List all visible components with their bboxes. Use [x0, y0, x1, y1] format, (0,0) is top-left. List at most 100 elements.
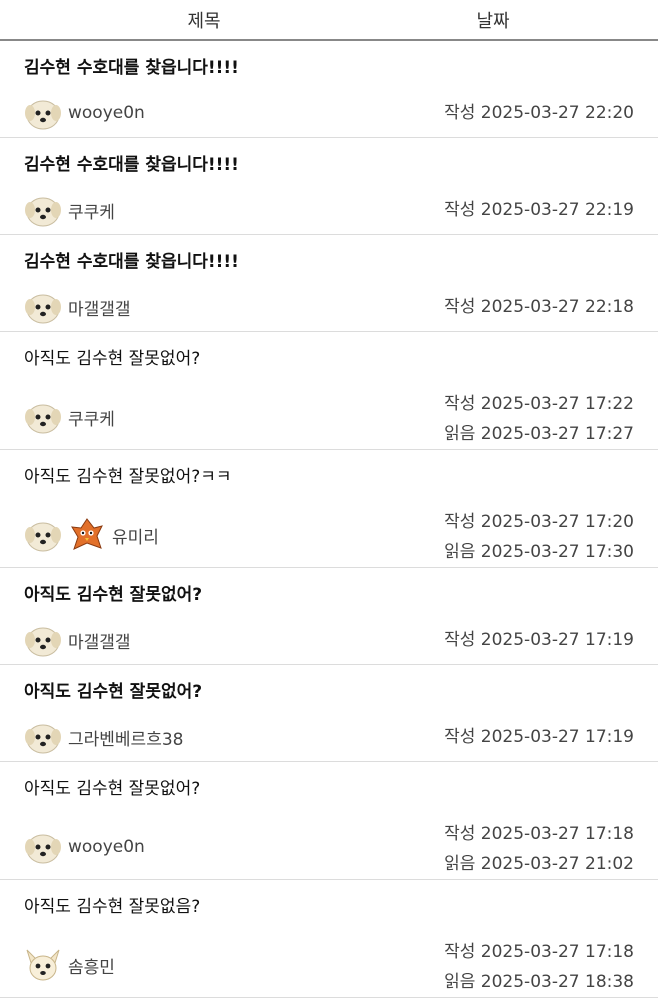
author[interactable]: wooye0n: [24, 815, 145, 879]
dog-avatar-icon: [24, 191, 62, 229]
written-label: 작성: [444, 200, 476, 220]
written-date: 작성 2025-03-27 22:19: [444, 195, 634, 225]
dog-avatar-icon: [24, 398, 62, 436]
read-label: 읽음: [444, 424, 476, 444]
written-value: 2025-03-27 17:18: [480, 942, 634, 962]
written-value: 2025-03-27 22:20: [480, 103, 634, 123]
post-dates: 작성 2025-03-27 17:18 읽음 2025-03-27 18:38: [444, 937, 634, 997]
written-value: 2025-03-27 22:18: [480, 297, 634, 317]
read-label: 읽음: [444, 972, 476, 992]
post-dates: 작성 2025-03-27 22:19: [444, 195, 634, 229]
author[interactable]: 솜흥민: [24, 933, 115, 997]
orange-bird-avatar-icon: [68, 516, 106, 554]
read-label: 읽음: [444, 542, 476, 562]
written-date: 작성 2025-03-27 22:20: [444, 98, 634, 128]
post-title[interactable]: 김수현 수호대를 찾읍니다!!!!: [24, 41, 634, 78]
written-label: 작성: [444, 630, 476, 650]
post-dates: 작성 2025-03-27 17:20 읽음 2025-03-27 17:30: [444, 507, 634, 567]
written-value: 2025-03-27 17:18: [480, 824, 634, 844]
read-date: 읽음 2025-03-27 17:30: [444, 537, 634, 567]
read-date: 읽음 2025-03-27 17:27: [444, 419, 634, 449]
post-dates: 작성 2025-03-27 17:19: [444, 625, 634, 659]
written-label: 작성: [444, 942, 476, 962]
author[interactable]: 마갤갤갤: [24, 621, 131, 659]
post-title[interactable]: 아직도 김수현 잘못없어?ㅋㅋ: [24, 450, 634, 487]
author[interactable]: 그라벤베르흐38: [24, 718, 183, 756]
author[interactable]: wooye0n: [24, 94, 145, 132]
read-value: 2025-03-27 21:02: [480, 854, 634, 874]
post-dates: 작성 2025-03-27 22:20: [444, 98, 634, 132]
list-item[interactable]: 아직도 김수현 잘못없음? 솜흥민 작성 2025-03-27 17:18 읽음 20…: [0, 880, 658, 998]
read-value: 2025-03-27 18:38: [480, 972, 634, 992]
written-date: 작성 2025-03-27 17:18: [444, 819, 634, 849]
list-item[interactable]: 아직도 김수현 잘못없어? 쿠쿠케 작성 2025-03-27 17:22 읽음 20…: [0, 332, 658, 450]
dog-avatar-icon: [24, 288, 62, 326]
author-name[interactable]: 쿠쿠케: [68, 198, 115, 223]
post-title[interactable]: 아직도 김수현 잘못없어?: [24, 762, 634, 799]
written-value: 2025-03-27 17:19: [480, 630, 634, 650]
author-name[interactable]: 마갤갤갤: [68, 295, 131, 320]
author-name[interactable]: wooye0n: [68, 837, 145, 857]
post-title[interactable]: 김수현 수호대를 찾읍니다!!!!: [24, 235, 634, 272]
message-list: 김수현 수호대를 찾읍니다!!!! wooye0n 작성 2025-03-27 22…: [0, 41, 658, 998]
list-item[interactable]: 김수현 수호대를 찾읍니다!!!! 쿠쿠케 작성 2025-03-27 22:19: [0, 138, 658, 235]
post-meta: 솜흥민 작성 2025-03-27 17:18 읽음 2025-03-27 18:3…: [24, 933, 634, 997]
written-label: 작성: [444, 512, 476, 532]
post-meta: wooye0n 작성 2025-03-27 22:20: [24, 94, 634, 132]
dog-avatar-icon: [24, 718, 62, 756]
dog-avatar-icon: [24, 828, 62, 866]
list-item[interactable]: 아직도 김수현 잘못없어?ㅋㅋ 유미리 작성 2025-03-27 17:20 읽음 …: [0, 450, 658, 568]
post-meta: wooye0n 작성 2025-03-27 17:18 읽음 2025-03-27 …: [24, 815, 634, 879]
author-name[interactable]: 쿠쿠케: [68, 405, 115, 430]
list-item[interactable]: 아직도 김수현 잘못없어? 그라벤베르흐38 작성 2025-03-27 17:19: [0, 665, 658, 762]
post-title[interactable]: 아직도 김수현 잘못없어?: [24, 568, 634, 605]
post-meta: 쿠쿠케 작성 2025-03-27 17:22 읽음 2025-03-27 17:2…: [24, 385, 634, 449]
read-value: 2025-03-27 17:30: [480, 542, 634, 562]
written-label: 작성: [444, 394, 476, 414]
author[interactable]: 쿠쿠케: [24, 191, 115, 229]
post-title[interactable]: 아직도 김수현 잘못없어?: [24, 665, 634, 702]
post-title[interactable]: 김수현 수호대를 찾읍니다!!!!: [24, 138, 634, 175]
list-item[interactable]: 김수현 수호대를 찾읍니다!!!! 마갤갤갤 작성 2025-03-27 22:18: [0, 235, 658, 332]
list-header: 제목 날짜: [0, 0, 658, 41]
post-meta: 마갤갤갤 작성 2025-03-27 17:19: [24, 621, 634, 659]
written-value: 2025-03-27 17:20: [480, 512, 634, 532]
list-item[interactable]: 아직도 김수현 잘못없어? 마갤갤갤 작성 2025-03-27 17:19: [0, 568, 658, 665]
written-date: 작성 2025-03-27 17:18: [444, 937, 634, 967]
list-item[interactable]: 아직도 김수현 잘못없어? wooye0n 작성 2025-03-27 17:18 읽…: [0, 762, 658, 880]
read-label: 읽음: [444, 854, 476, 874]
author[interactable]: 마갤갤갤: [24, 288, 131, 326]
written-value: 2025-03-27 17:22: [480, 394, 634, 414]
written-value: 2025-03-27 22:19: [480, 200, 634, 220]
written-date: 작성 2025-03-27 17:22: [444, 389, 634, 419]
written-label: 작성: [444, 824, 476, 844]
post-dates: 작성 2025-03-27 17:19: [444, 722, 634, 756]
author-name[interactable]: 그라벤베르흐38: [68, 725, 183, 750]
author-name[interactable]: 마갤갤갤: [68, 628, 131, 653]
post-title[interactable]: 아직도 김수현 잘못없음?: [24, 880, 634, 917]
written-label: 작성: [444, 297, 476, 317]
read-date: 읽음 2025-03-27 21:02: [444, 849, 634, 879]
written-date: 작성 2025-03-27 17:20: [444, 507, 634, 537]
author-name[interactable]: 유미리: [112, 523, 159, 548]
post-meta: 유미리 작성 2025-03-27 17:20 읽음 2025-03-27 17:3…: [24, 503, 634, 567]
author[interactable]: 쿠쿠케: [24, 385, 115, 449]
dog-avatar-icon: [24, 516, 62, 554]
written-date: 작성 2025-03-27 17:19: [444, 625, 634, 655]
chihuahua-avatar-icon: [24, 946, 62, 984]
dog-avatar-icon: [24, 94, 62, 132]
post-meta: 그라벤베르흐38 작성 2025-03-27 17:19: [24, 718, 634, 756]
author-name[interactable]: 솜흥민: [68, 953, 115, 978]
post-dates: 작성 2025-03-27 17:22 읽음 2025-03-27 17:27: [444, 389, 634, 449]
post-title[interactable]: 아직도 김수현 잘못없어?: [24, 332, 634, 369]
written-value: 2025-03-27 17:19: [480, 727, 634, 747]
post-dates: 작성 2025-03-27 22:18: [444, 292, 634, 326]
author[interactable]: 유미리: [24, 503, 159, 567]
list-item[interactable]: 김수현 수호대를 찾읍니다!!!! wooye0n 작성 2025-03-27 22…: [0, 41, 658, 138]
post-meta: 마갤갤갤 작성 2025-03-27 22:18: [24, 288, 634, 326]
written-date: 작성 2025-03-27 17:19: [444, 722, 634, 752]
author-name[interactable]: wooye0n: [68, 103, 145, 123]
read-date: 읽음 2025-03-27 18:38: [444, 967, 634, 997]
written-label: 작성: [444, 727, 476, 747]
post-meta: 쿠쿠케 작성 2025-03-27 22:19: [24, 191, 634, 229]
